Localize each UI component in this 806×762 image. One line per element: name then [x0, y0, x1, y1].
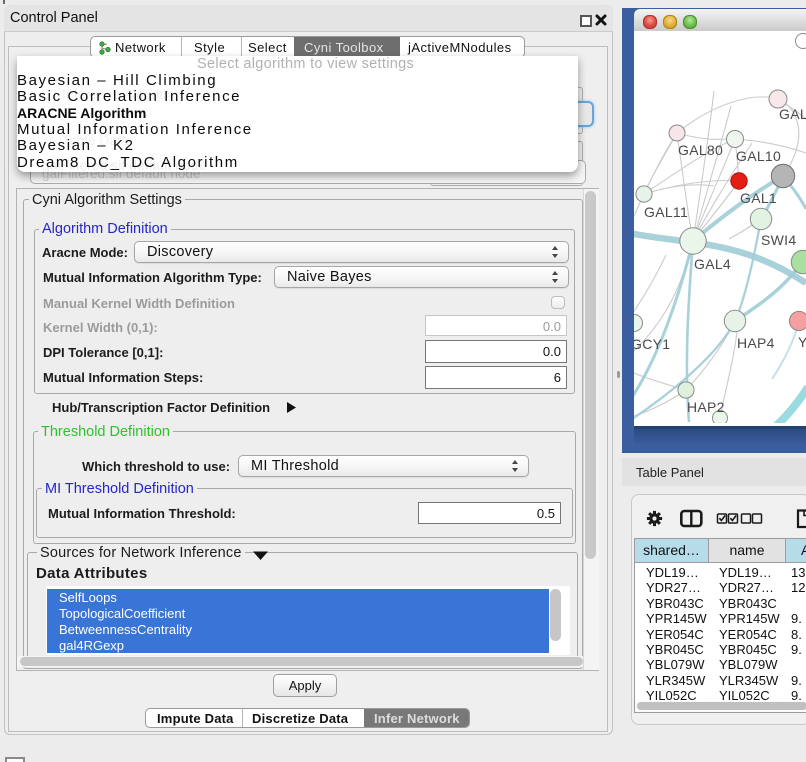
svg-text:SWI4: SWI4	[761, 232, 796, 248]
svg-text:Y: Y	[798, 334, 806, 350]
svg-text:GAL10: GAL10	[736, 148, 781, 164]
svg-text:GAL80: GAL80	[678, 142, 723, 158]
svg-text:GAL1: GAL1	[740, 190, 777, 206]
svg-text:GAL: GAL	[779, 106, 806, 122]
svg-text:HAP4: HAP4	[737, 335, 775, 351]
svg-text:GCY1: GCY1	[634, 336, 670, 352]
svg-text:GAL4: GAL4	[694, 256, 731, 272]
svg-text:GAL11: GAL11	[644, 204, 688, 220]
svg-text:HAP2: HAP2	[687, 399, 725, 415]
